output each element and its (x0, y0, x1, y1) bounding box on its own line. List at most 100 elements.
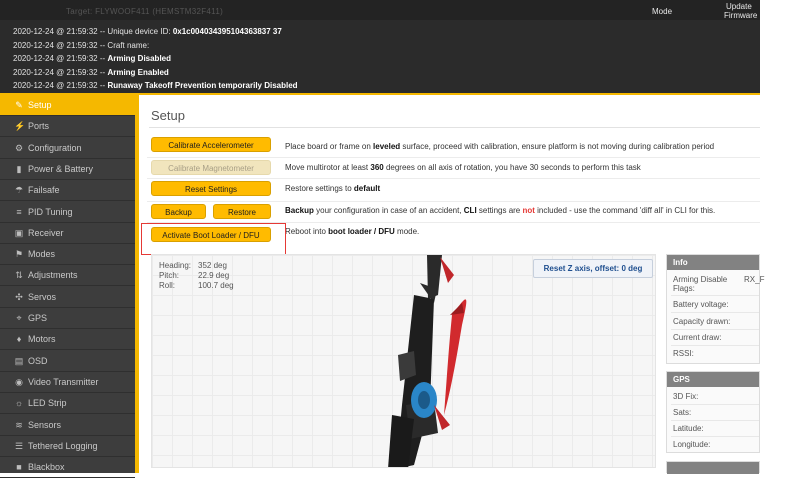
sidebar-item-tethered-logging[interactable]: ☰ Tethered Logging (0, 436, 135, 457)
quad-propeller-right (444, 299, 467, 415)
gps-longitude-label: Longitude: (673, 440, 711, 449)
page-title: Setup (151, 108, 185, 123)
top-header: Target: FLYWOOF411 (HEMSTM32F411) Mode U… (0, 0, 760, 20)
calibrate-magnetometer-button[interactable]: Calibrate Magnetometer (151, 160, 271, 175)
sidebar-item-label: GPS (28, 313, 48, 323)
target-label: Target: FLYWOOF411 (HEMSTM32F411) (66, 7, 224, 16)
sidebar-item-adjustments[interactable]: ⇅ Adjustments (0, 265, 135, 287)
row-divider (147, 178, 760, 179)
sidebar-item-pid-tuning[interactable]: ≡ PID Tuning (0, 202, 135, 223)
servo-icon: ✣ (15, 291, 23, 302)
sidebar: ✎ Setup ⚡ Ports ⚙ Configuration ▮ Power & Batte… (0, 95, 137, 478)
gps-sats-label: Sats: (673, 408, 692, 417)
panel-divider (671, 404, 759, 405)
log-line: 2020-12-24 @ 21:59:32 -- Arming Disabled (13, 54, 172, 63)
calibrate-magnetometer-desc: Move multirotor at least 360 degrees on … (285, 163, 641, 172)
sidebar-item-label: Sensors (28, 419, 62, 430)
gps-icon: ⌖ (16, 313, 22, 323)
sidebar-item-receiver[interactable]: ▣ Receiver (0, 223, 135, 244)
bootloader-highlight-box (141, 223, 286, 255)
pid-icon: ≡ (16, 206, 22, 217)
sidebar-item-sensors[interactable]: ≋ Sensors (0, 415, 135, 436)
sidebar-item-label: Video Transmitter (28, 376, 99, 387)
panel-divider (671, 329, 759, 330)
info-panel-title: Info (667, 255, 759, 270)
roll-label: Roll: (159, 281, 176, 290)
modes-icon: ⚑ (14, 249, 24, 260)
backup-button[interactable]: Backup (151, 204, 206, 219)
sidebar-item-servos[interactable]: ✣ Servos (0, 287, 135, 308)
backup-desc: Backup your configuration in case of an … (285, 206, 716, 215)
restore-button[interactable]: Restore (213, 204, 271, 219)
gps-latitude-label: Latitude: (673, 424, 704, 433)
mode-label[interactable]: Mode (652, 7, 672, 16)
sidebar-item-label: Adjustments (28, 270, 78, 281)
update-label[interactable]: Update (726, 2, 752, 11)
sidebar-item-power-battery[interactable]: ▮ Power & Battery (0, 159, 135, 180)
log-line: 2020-12-24 @ 21:59:32 -- Craft name: (13, 41, 150, 50)
sidebar-item-label: Modes (28, 249, 56, 260)
motor-icon: ♦ (16, 334, 22, 345)
failsafe-icon: ☂ (14, 185, 24, 196)
current-draw-label: Current draw: (673, 333, 722, 342)
sidebar-item-motors[interactable]: ♦ Motors (0, 329, 135, 351)
sidebar-item-label: Setup (28, 100, 52, 110)
sidebar-item-ports[interactable]: ⚡ Ports (0, 116, 135, 138)
sidebar-item-label: Blackbox (28, 462, 65, 473)
log-line: 2020-12-24 @ 21:59:32 -- Unique device I… (13, 27, 282, 36)
sidebar-item-modes[interactable]: ⚑ Modes (0, 244, 135, 266)
sidebar-item-failsafe[interactable]: ☂ Failsafe (0, 180, 135, 202)
gps-fix-label: 3D Fix: (673, 392, 699, 401)
row-divider (147, 157, 760, 158)
sidebar-item-label: LED Strip (28, 398, 67, 409)
wrench-icon: ✎ (15, 100, 23, 110)
sidebar-item-label: Motors (28, 334, 56, 345)
sidebar-item-label: Configuration (28, 142, 82, 153)
firmware-label[interactable]: Firmware (724, 11, 757, 20)
panel-divider (671, 295, 759, 296)
next-panel-header (667, 462, 759, 474)
sidebar-item-osd[interactable]: ▤ OSD (0, 351, 135, 372)
status-log: 2020-12-24 @ 21:59:32 -- Unique device I… (0, 20, 760, 93)
arming-flags-value: RX_F (744, 275, 765, 284)
reset-z-axis-button[interactable]: Reset Z axis, offset: 0 deg (533, 259, 653, 278)
capacity-drawn-label: Capacity drawn: (673, 317, 731, 326)
gps-panel: GPS 3D Fix: Sats: Latitude: Longitude: (666, 371, 760, 453)
log-line: 2020-12-24 @ 21:59:32 -- Runaway Takeoff… (13, 81, 298, 90)
sidebar-item-video-transmitter[interactable]: ◉ Video Transmitter (0, 372, 135, 393)
sidebar-item-configuration[interactable]: ⚙ Configuration (0, 138, 135, 159)
plug-icon: ⚡ (14, 121, 26, 132)
sensors-icon: ≋ (15, 419, 23, 430)
info-panel: Info Arming Disable Flags: RX_F Battery … (666, 254, 764, 364)
quad-arm-top (420, 255, 454, 303)
gear-icon: ⚙ (14, 142, 24, 153)
sidebar-item-label: Servos (28, 291, 57, 302)
calibrate-accelerometer-button[interactable]: Calibrate Accelerometer (151, 137, 271, 152)
panel-divider (671, 420, 759, 421)
sidebar-item-setup[interactable]: ✎ Setup (0, 95, 135, 116)
sidebar-item-label: OSD (28, 355, 48, 366)
vtx-icon: ◉ (15, 376, 23, 387)
panel-divider (671, 312, 759, 313)
battery-voltage-label: Battery voltage: (673, 300, 729, 309)
log-line: 2020-12-24 @ 21:59:32 -- Arming Enabled (13, 68, 169, 77)
model-view: Heading: 352 deg Pitch: 22.9 deg Roll: 1… (151, 254, 656, 468)
quad-motor-blue (411, 382, 437, 418)
logging-icon: ☰ (14, 440, 24, 451)
panel-divider (671, 345, 759, 346)
sidebar-item-blackbox[interactable]: ■ Blackbox (0, 457, 135, 478)
sidebar-item-gps[interactable]: ⌖ GPS (0, 308, 135, 329)
sidebar-item-label: Failsafe (28, 185, 60, 196)
sidebar-item-label: PID Tuning (28, 206, 73, 217)
gps-panel-title: GPS (667, 372, 759, 387)
receiver-icon: ▣ (14, 227, 24, 238)
next-panel (666, 461, 760, 474)
reset-settings-desc: Restore settings to default (285, 184, 381, 193)
pitch-label: Pitch: (159, 271, 180, 280)
sidebar-item-led-strip[interactable]: ☼ LED Strip (0, 393, 135, 415)
roll-value: 100.7 deg (198, 281, 234, 290)
reset-settings-button[interactable]: Reset Settings (151, 181, 271, 196)
sidebar-item-label: Power & Battery (28, 163, 94, 174)
osd-icon: ▤ (14, 355, 24, 366)
pitch-value: 22.9 deg (198, 271, 230, 280)
